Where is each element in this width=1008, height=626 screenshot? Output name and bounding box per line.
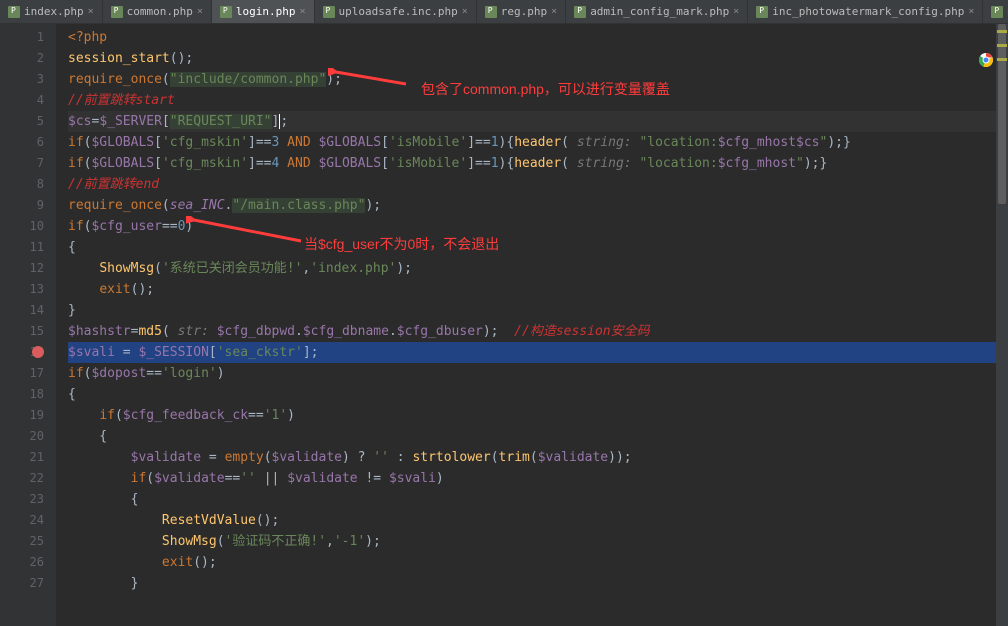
line-number: 7 xyxy=(0,153,44,174)
php-file-icon xyxy=(756,6,768,18)
line-number: 8 xyxy=(0,174,44,195)
php-file-icon xyxy=(111,6,123,18)
line-number: 17 xyxy=(0,363,44,384)
warning-marker[interactable] xyxy=(997,44,1007,47)
close-icon[interactable]: × xyxy=(551,6,557,17)
line-number: 3 xyxy=(0,69,44,90)
vertical-scrollbar[interactable] xyxy=(996,24,1008,626)
editor-tabs: index.php× common.php× login.php× upload… xyxy=(0,0,1008,24)
line-number: 19 xyxy=(0,405,44,426)
line-number: 20 xyxy=(0,426,44,447)
line-gutter[interactable]: 1 2 3 4 5 6 7 8 9 10 11 12 13 14 15 16 1… xyxy=(0,24,56,626)
warning-marker[interactable] xyxy=(997,30,1007,33)
line-number: 24 xyxy=(0,510,44,531)
editor-area: 1 2 3 4 5 6 7 8 9 10 11 12 13 14 15 16 1… xyxy=(0,24,1008,626)
tab-photowatermark[interactable]: inc_photowatermark_config.php× xyxy=(748,0,983,23)
line-number: 21 xyxy=(0,447,44,468)
chrome-browser-icon[interactable] xyxy=(978,52,994,68)
tab-common[interactable]: common.php× xyxy=(103,0,212,23)
php-file-icon xyxy=(220,6,232,18)
tab-index[interactable]: index.php× xyxy=(0,0,103,23)
line-number: 10 xyxy=(0,216,44,237)
line-number: 18 xyxy=(0,384,44,405)
tab-uploadsafe[interactable]: uploadsafe.inc.php× xyxy=(315,0,477,23)
line-number: 9 xyxy=(0,195,44,216)
tab-login[interactable]: login.php× xyxy=(212,0,315,23)
tab-member[interactable]: member.php× xyxy=(983,0,1008,23)
code-content[interactable]: <?php session_start(); require_once("inc… xyxy=(56,24,1008,626)
close-icon[interactable]: × xyxy=(300,6,306,17)
scrollbar-thumb[interactable] xyxy=(998,24,1006,204)
line-number: 23 xyxy=(0,489,44,510)
php-file-icon xyxy=(485,6,497,18)
close-icon[interactable]: × xyxy=(462,6,468,17)
line-number: 27 xyxy=(0,573,44,594)
line-number: 4 xyxy=(0,90,44,111)
line-number: 15 xyxy=(0,321,44,342)
line-number: 14 xyxy=(0,300,44,321)
close-icon[interactable]: × xyxy=(733,6,739,17)
warning-marker[interactable] xyxy=(997,58,1007,61)
line-number: 12 xyxy=(0,258,44,279)
php-file-icon xyxy=(574,6,586,18)
line-number: 11 xyxy=(0,237,44,258)
line-number: 25 xyxy=(0,531,44,552)
line-number: 5 xyxy=(0,111,44,132)
close-icon[interactable]: × xyxy=(88,6,94,17)
tab-reg[interactable]: reg.php× xyxy=(477,0,566,23)
line-number: 1 xyxy=(0,27,44,48)
line-number: 13 xyxy=(0,279,44,300)
close-icon[interactable]: × xyxy=(968,6,974,17)
breakpoint-marker[interactable] xyxy=(32,346,44,358)
tab-admin-config[interactable]: admin_config_mark.php× xyxy=(566,0,748,23)
php-file-icon xyxy=(323,6,335,18)
close-icon[interactable]: × xyxy=(197,6,203,17)
line-number: 26 xyxy=(0,552,44,573)
php-file-icon xyxy=(991,6,1003,18)
line-number: 22 xyxy=(0,468,44,489)
line-number: 2 xyxy=(0,48,44,69)
line-number: 6 xyxy=(0,132,44,153)
php-file-icon xyxy=(8,6,20,18)
